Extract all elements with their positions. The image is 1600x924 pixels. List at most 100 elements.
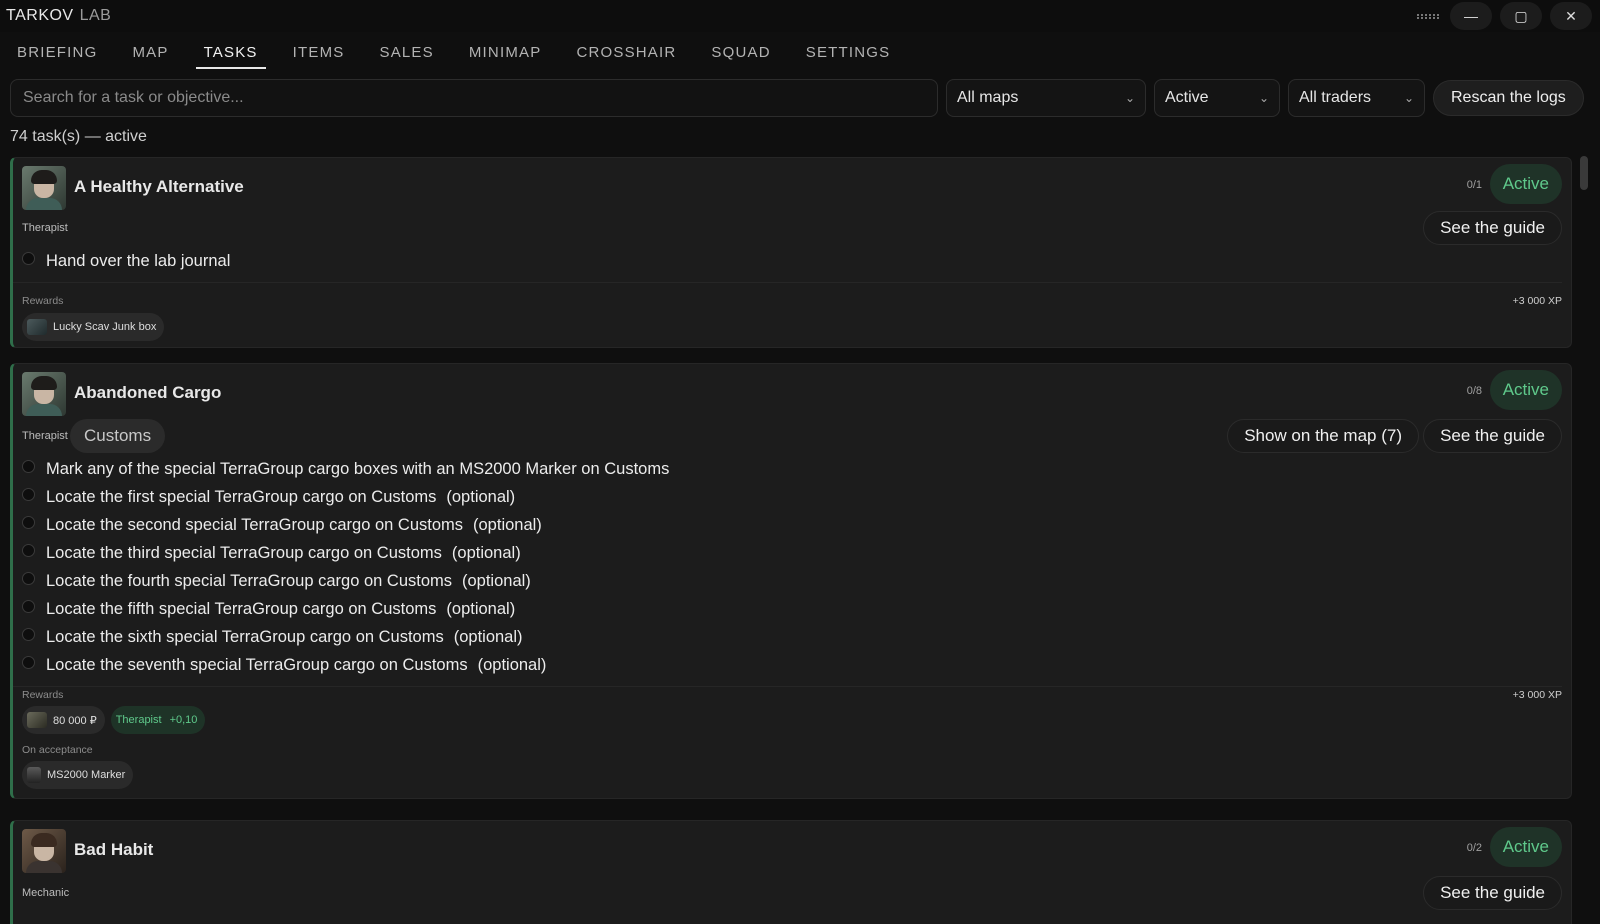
objective-item[interactable]: Hand over the lab journal (22, 250, 230, 272)
trader-name: Therapist (22, 222, 68, 234)
xp-reward: +3 000 XP (1512, 295, 1562, 307)
rewards-label: Rewards (22, 689, 64, 701)
show-on-map-button[interactable]: Show on the map (7) (1227, 419, 1419, 453)
reputation-chip[interactable]: Therapist +0,10 (110, 706, 206, 734)
status-select-value: Active (1165, 89, 1209, 106)
trader-name: Therapist (22, 430, 68, 442)
trader-avatar (22, 166, 66, 210)
reward-label: 80 000 ₽ (53, 714, 97, 727)
task-card: Abandoned Cargo 0/8 Active Therapist Cus… (10, 363, 1572, 799)
scrollbar-thumb[interactable] (1580, 156, 1588, 190)
reward-list: 80 000 ₽ Therapist +0,10 (22, 706, 206, 734)
objective-checkbox[interactable] (22, 460, 35, 473)
tab-squad[interactable]: SQUAD (703, 34, 778, 71)
objective-checkbox[interactable] (22, 656, 35, 669)
objective-text: Hand over the lab journal (46, 251, 231, 270)
search-input[interactable] (10, 79, 938, 117)
filter-bar: All maps ⌄ Active ⌄ All traders ⌄ Rescan… (10, 79, 1592, 117)
task-progress: 0/1 (1466, 179, 1482, 191)
rescan-logs-button[interactable]: Rescan the logs (1433, 80, 1584, 116)
maximize-button[interactable]: ▢ (1500, 2, 1542, 30)
optional-tag: (optional) (477, 655, 547, 674)
objective-item[interactable]: Locate the sixth special TerraGroup carg… (22, 626, 523, 648)
rep-amount: +0,10 (169, 714, 198, 726)
trader-select[interactable]: All traders ⌄ (1288, 79, 1425, 117)
map-tag[interactable]: Customs (70, 419, 166, 453)
optional-tag: (optional) (473, 515, 542, 534)
trader-select-value: All traders (1299, 89, 1372, 106)
map-select-value: All maps (957, 89, 1019, 106)
optional-tag: (optional) (451, 543, 521, 562)
tab-crosshair[interactable]: CROSSHAIR (568, 34, 684, 71)
objective-item[interactable]: Mark any of the special TerraGroup cargo… (22, 458, 669, 480)
trader-avatar (22, 829, 66, 873)
task-card: Bad Habit 0/2 Active Mechanic See the gu… (10, 820, 1572, 924)
app-title-light: LAB (79, 7, 112, 24)
status-badge[interactable]: Active (1489, 370, 1562, 410)
status-badge[interactable]: Active (1489, 827, 1562, 867)
objective-item[interactable]: Locate the second special TerraGroup car… (22, 514, 542, 536)
task-progress: 0/2 (1466, 842, 1482, 854)
close-button[interactable]: ✕ (1550, 2, 1592, 30)
reward-label: Lucky Scav Junk box (53, 321, 157, 333)
chevron-down-icon: ⌄ (1124, 91, 1135, 105)
roubles-icon (27, 712, 47, 728)
optional-tag: (optional) (453, 627, 523, 646)
objective-text: Locate the second special TerraGroup car… (46, 515, 464, 534)
junk-box-icon (27, 319, 47, 335)
reward-list: Lucky Scav Junk box (22, 313, 165, 341)
trader-avatar (22, 372, 66, 416)
acceptance-item-label: MS2000 Marker (47, 769, 126, 781)
objective-item[interactable]: Locate the third special TerraGroup carg… (22, 542, 521, 564)
objective-checkbox[interactable] (22, 516, 35, 529)
status-select[interactable]: Active ⌄ (1154, 79, 1280, 117)
divider (13, 282, 1562, 283)
acceptance-list: MS2000 Marker (22, 761, 134, 789)
drag-grip-icon[interactable] (1414, 2, 1442, 30)
objective-item[interactable]: Locate the seventh special TerraGroup ca… (22, 654, 546, 676)
see-guide-button[interactable]: See the guide (1423, 876, 1562, 910)
objective-text: Mark any of the special TerraGroup cargo… (46, 459, 670, 478)
tab-briefing[interactable]: BRIEFING (9, 34, 105, 71)
tab-minimap[interactable]: MINIMAP (461, 34, 550, 71)
acceptance-chip[interactable]: MS2000 Marker (22, 761, 134, 789)
objective-text: Locate the fourth special TerraGroup car… (46, 571, 452, 590)
objective-checkbox[interactable] (22, 572, 35, 585)
objective-text: Locate the seventh special TerraGroup ca… (46, 655, 468, 674)
reward-chip[interactable]: Lucky Scav Junk box (22, 313, 165, 341)
status-badge[interactable]: Active (1489, 164, 1562, 204)
see-guide-button[interactable]: See the guide (1423, 211, 1562, 245)
objective-text: Locate the first special TerraGroup carg… (46, 487, 437, 506)
objective-text: Locate the third special TerraGroup carg… (46, 543, 442, 562)
objective-checkbox[interactable] (22, 488, 35, 501)
objective-checkbox[interactable] (22, 252, 35, 265)
objective-checkbox[interactable] (22, 600, 35, 613)
rewards-label: Rewards (22, 295, 64, 307)
acceptance-label: On acceptance (22, 744, 93, 756)
reward-chip[interactable]: 80 000 ₽ (22, 706, 105, 734)
map-select[interactable]: All maps ⌄ (946, 79, 1146, 117)
tab-sales[interactable]: SALES (371, 34, 441, 71)
optional-tag: (optional) (446, 599, 516, 618)
tab-items[interactable]: ITEMS (285, 34, 353, 71)
task-count: 74 task(s) — active (10, 128, 147, 145)
divider (13, 686, 1562, 687)
task-card: A Healthy Alternative 0/1 Active Therapi… (10, 157, 1572, 348)
optional-tag: (optional) (462, 571, 531, 590)
main-nav: BRIEFING MAP TASKS ITEMS SALES MINIMAP C… (0, 32, 1600, 72)
task-progress: 0/8 (1466, 385, 1482, 397)
scrollbar[interactable] (1579, 156, 1589, 922)
objective-checkbox[interactable] (22, 544, 35, 557)
minimize-button[interactable]: — (1450, 2, 1492, 30)
trader-name: Mechanic (22, 887, 70, 899)
objective-checkbox[interactable] (22, 628, 35, 641)
objective-item[interactable]: Locate the fifth special TerraGroup carg… (22, 598, 515, 620)
tab-map[interactable]: MAP (124, 34, 176, 71)
tab-tasks[interactable]: TASKS (195, 34, 266, 71)
tab-settings[interactable]: SETTINGS (798, 34, 899, 71)
xp-reward: +3 000 XP (1512, 689, 1562, 701)
app-title-main: TARKOV (6, 7, 74, 24)
objective-item[interactable]: Locate the first special TerraGroup carg… (22, 486, 515, 508)
see-guide-button[interactable]: See the guide (1423, 419, 1562, 453)
objective-item[interactable]: Locate the fourth special TerraGroup car… (22, 570, 531, 592)
